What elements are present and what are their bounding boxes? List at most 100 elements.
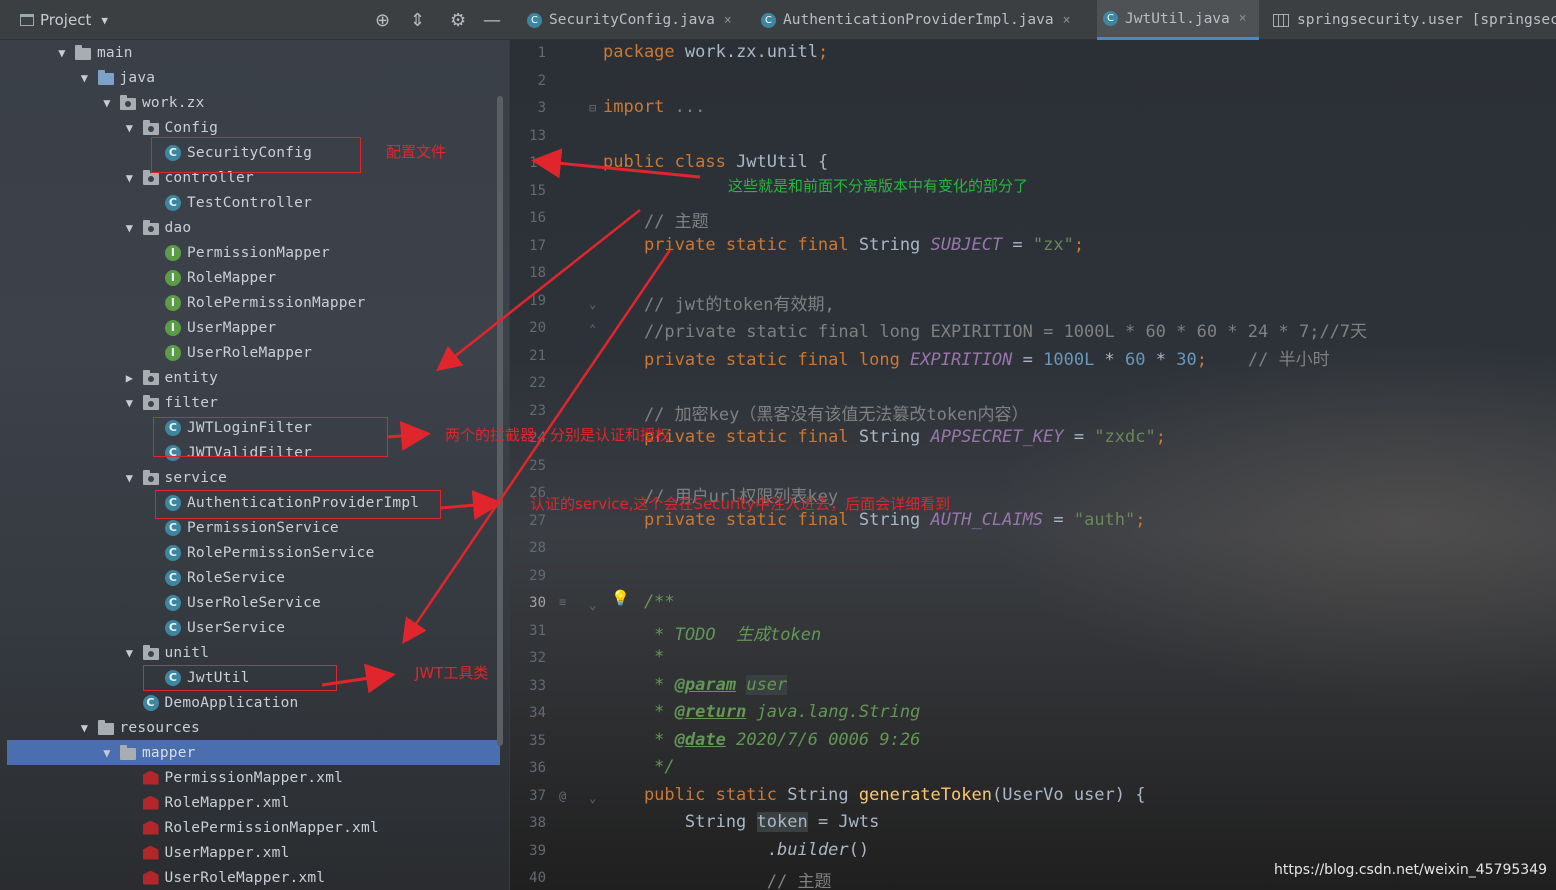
tree-item[interactable]: UserRoleMapper.xml	[7, 865, 500, 890]
project-view-selector[interactable]: Project ▼	[20, 11, 108, 29]
code-line[interactable]: // jwt的token有效期,	[603, 290, 835, 315]
tree-item[interactable]: C SecurityConfig	[7, 140, 500, 165]
tree-item[interactable]: ▼ java	[7, 65, 500, 90]
code-line[interactable]: public static String generateToken(UserV…	[603, 785, 1146, 805]
tree-item[interactable]: ▼ resources	[7, 715, 500, 740]
expand-arrow-icon[interactable]: ▼	[55, 46, 69, 60]
code-line[interactable]: private static final String AUTH_CLAIMS …	[603, 510, 1146, 530]
code-token: // jwt的token有效期,	[603, 294, 835, 315]
code-line[interactable]: * @return java.lang.String	[603, 702, 920, 722]
code-line[interactable]: // 主题	[603, 207, 709, 232]
code-line[interactable]: */	[603, 757, 674, 777]
code-line[interactable]: .builder()	[603, 840, 869, 860]
code-token: *	[603, 647, 665, 667]
editor-divider[interactable]	[509, 40, 510, 890]
code-line[interactable]: package work.zx.unitl;	[603, 42, 828, 62]
tree-item[interactable]: C TestController	[7, 190, 500, 215]
tree-item[interactable]: PermissionMapper.xml	[7, 765, 500, 790]
editor-tab[interactable]: C AuthenticationProviderImpl.java ×	[755, 0, 1089, 40]
tree-item[interactable]: ▼ mapper	[7, 740, 500, 765]
expand-arrow-icon[interactable]: ▼	[123, 221, 137, 235]
fold-icon[interactable]: ⌄	[589, 297, 596, 311]
code-line[interactable]: //private static final long EXPIRITION =…	[603, 317, 1367, 342]
collapse-icon[interactable]: ⇕	[410, 10, 425, 31]
code-line[interactable]: * TODO 生成token	[603, 620, 821, 645]
fold-icon[interactable]: ⌄	[589, 598, 596, 612]
tree-item[interactable]: C JwtUtil	[7, 665, 500, 690]
tree-item[interactable]: ▼ Config	[7, 115, 500, 140]
tree-scrollbar[interactable]	[497, 96, 503, 746]
tree-item[interactable]: C UserRoleService	[7, 590, 500, 615]
expand-arrow-icon[interactable]: ▼	[123, 171, 137, 185]
expand-arrow-icon[interactable]: ▼	[123, 646, 137, 660]
expand-arrow-icon[interactable]: ▼	[100, 96, 114, 110]
gear-icon[interactable]: ⚙	[450, 10, 466, 31]
tree-item[interactable]: C RoleService	[7, 565, 500, 590]
editor-tab[interactable]: C JwtUtil.java ×	[1097, 0, 1259, 40]
tree-item[interactable]: C JWTValidFilter	[7, 440, 500, 465]
tree-item[interactable]: ▼ unitl	[7, 640, 500, 665]
minimize-icon[interactable]: —	[483, 10, 501, 31]
tree-item[interactable]: I UserRoleMapper	[7, 340, 500, 365]
tree-item[interactable]: ▼ main	[7, 40, 500, 65]
close-tab-icon[interactable]: ×	[1063, 13, 1071, 28]
code-line[interactable]: public class JwtUtil {	[603, 152, 828, 172]
tree-item[interactable]: ▶ entity	[7, 365, 500, 390]
expand-arrow-icon[interactable]: ▼	[123, 471, 137, 485]
tree-item[interactable]: C DemoApplication	[7, 690, 500, 715]
code-line[interactable]: private static final String APPSECRET_KE…	[603, 427, 1166, 447]
code-token: *	[603, 674, 675, 695]
fold-icon[interactable]: ⌄	[589, 791, 596, 805]
override-icon[interactable]: @	[559, 789, 566, 803]
tree-item[interactable]: I RolePermissionMapper	[7, 290, 500, 315]
tree-item[interactable]: C PermissionService	[7, 515, 500, 540]
line-number: 22	[529, 375, 546, 391]
tree-item[interactable]: ▼ service	[7, 465, 500, 490]
code-line[interactable]: * @param user	[603, 674, 788, 695]
line-number: 38	[529, 815, 546, 831]
tree-item[interactable]: ▼ dao	[7, 215, 500, 240]
close-tab-icon[interactable]: ×	[724, 13, 732, 28]
code-line[interactable]: private static final long EXPIRITION = 1…	[603, 345, 1330, 370]
expand-arrow-icon[interactable]: ▼	[100, 746, 114, 760]
expand-arrow-icon[interactable]: ▼	[123, 121, 137, 135]
code-line[interactable]: // 加密key（黑客没有该值无法篡改token内容）	[603, 400, 1029, 425]
expand-arrow-icon[interactable]: ▼	[78, 721, 92, 735]
editor-tab[interactable]: C SecurityConfig.java ×	[521, 0, 747, 40]
code-token: String	[858, 427, 931, 447]
tree-item[interactable]: ▼ work.zx	[7, 90, 500, 115]
locate-icon[interactable]: ⊕	[375, 10, 390, 31]
code-line[interactable]: * @date 2020/7/6 0006 9:26	[603, 730, 920, 750]
tree-item[interactable]: ▼ controller	[7, 165, 500, 190]
fold-icon[interactable]: ⊟	[589, 101, 596, 115]
tree-item[interactable]: C UserService	[7, 615, 500, 640]
tree-item[interactable]: ▼ filter	[7, 390, 500, 415]
tree-item[interactable]: UserMapper.xml	[7, 840, 500, 865]
code-line[interactable]: // 主题	[603, 867, 832, 890]
code-token: ;	[817, 42, 829, 62]
line-number: 13	[529, 127, 546, 144]
code-line[interactable]: String token = Jwts	[603, 812, 879, 832]
editor-tab[interactable]: springsecurity.user [springsec	[1267, 0, 1556, 40]
tree-item[interactable]: C RolePermissionService	[7, 540, 500, 565]
doc-render-icon[interactable]: ≡	[559, 595, 566, 609]
collapse-arrow-icon[interactable]: ▶	[123, 371, 137, 385]
lightbulb-icon[interactable]: 💡	[611, 589, 630, 607]
tree-item[interactable]: RoleMapper.xml	[7, 790, 500, 815]
tree-item[interactable]: I UserMapper	[7, 315, 500, 340]
tree-item[interactable]: I PermissionMapper	[7, 240, 500, 265]
code-line[interactable]: private static final String SUBJECT = "z…	[603, 235, 1084, 255]
code-line[interactable]: // 用户url权限列表key	[603, 482, 838, 507]
tree-item[interactable]: RolePermissionMapper.xml	[7, 815, 500, 840]
code-line[interactable]: import ...	[603, 97, 705, 117]
tree-item[interactable]: C JWTLoginFilter	[7, 415, 500, 440]
line-number: 2	[537, 72, 546, 89]
expand-arrow-icon[interactable]: ▼	[123, 396, 137, 410]
expand-arrow-icon[interactable]: ▼	[78, 71, 92, 85]
fold-icon[interactable]: ⌃	[589, 322, 596, 336]
tree-item[interactable]: C AuthenticationProviderImpl	[7, 490, 500, 515]
code-token: 2020/7/6 0006 9:26	[725, 729, 921, 750]
close-tab-icon[interactable]: ×	[1239, 11, 1247, 26]
tree-item[interactable]: I RoleMapper	[7, 265, 500, 290]
code-line[interactable]: *	[603, 647, 664, 667]
